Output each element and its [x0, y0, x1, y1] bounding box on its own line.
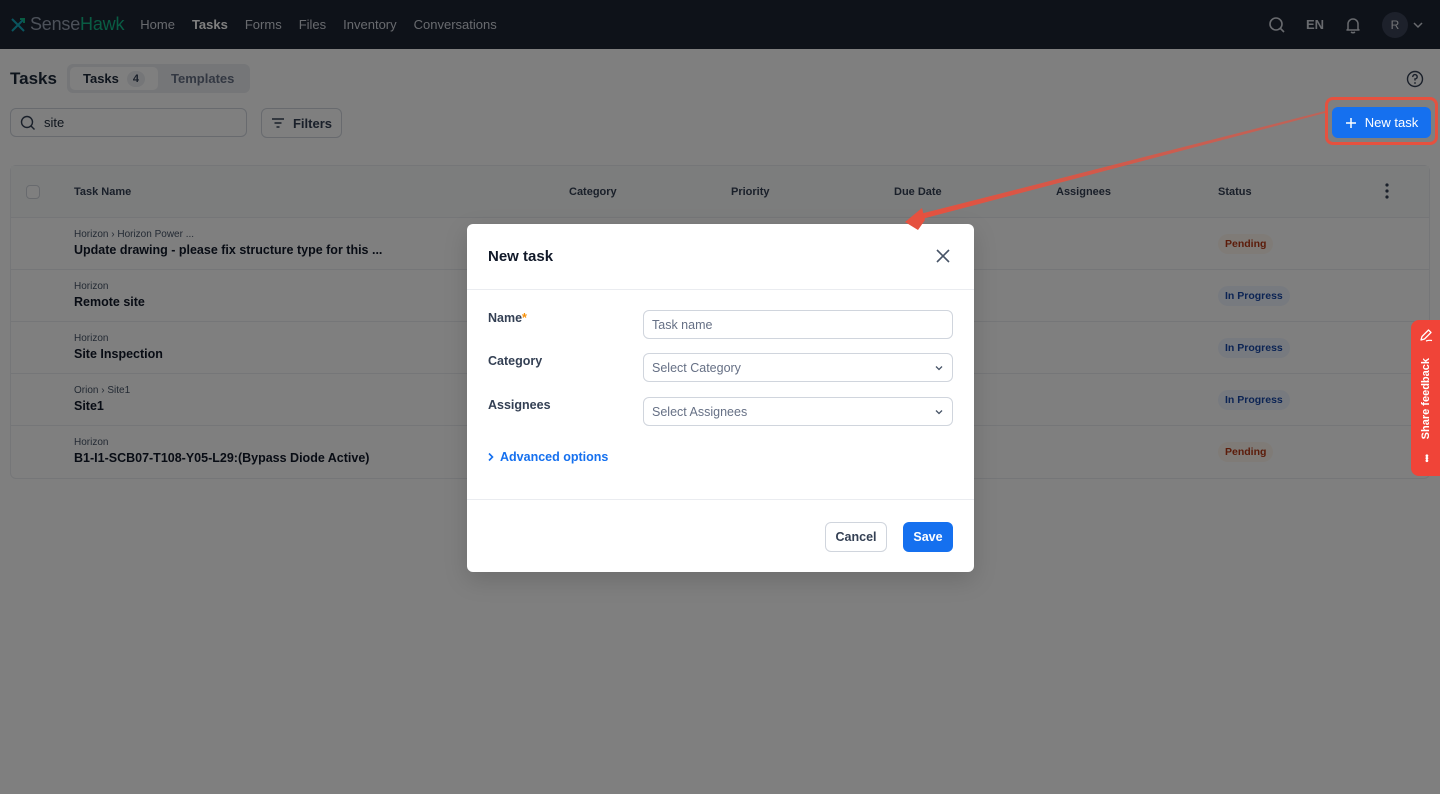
advanced-options-label: Advanced options — [500, 450, 609, 464]
chevron-down-icon — [935, 365, 943, 370]
category-placeholder: Select Category — [652, 360, 741, 375]
cancel-button[interactable]: Cancel — [825, 522, 887, 552]
modal-title: New task — [488, 248, 554, 265]
save-button[interactable]: Save — [903, 522, 953, 552]
chevron-right-icon — [488, 452, 494, 462]
task-name-input[interactable] — [652, 317, 944, 332]
name-field-wrapper — [643, 310, 953, 339]
category-label: Category — [488, 354, 543, 368]
close-icon[interactable] — [935, 248, 951, 264]
share-feedback-label: Share feedback — [1419, 357, 1432, 439]
advanced-options-toggle[interactable]: Advanced options — [487, 450, 608, 464]
chevron-down-icon — [935, 409, 943, 414]
assignees-label: Assignees — [488, 398, 551, 412]
assignees-select[interactable]: Select Assignees — [643, 397, 953, 426]
share-feedback-tab[interactable]: Share feedback ••• — [1411, 320, 1440, 476]
category-select[interactable]: Select Category — [643, 353, 953, 382]
modal-footer: Cancel Save — [467, 499, 974, 572]
name-label: Name* — [488, 311, 527, 325]
pencil-icon — [1419, 329, 1432, 342]
annotation-highlight-box — [1325, 97, 1438, 145]
new-task-modal: New task Name* Category Select Category … — [467, 224, 974, 572]
modal-header: New task — [467, 224, 974, 290]
drag-handle-icon[interactable]: ••• — [1421, 454, 1432, 462]
assignees-placeholder: Select Assignees — [652, 404, 748, 419]
